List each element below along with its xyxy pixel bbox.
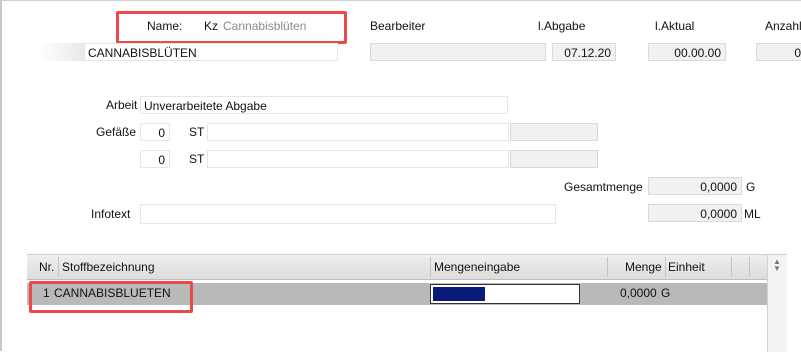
gefaesse-text-2[interactable] [207,150,509,168]
arbeit-field[interactable]: Unverarbeitete Abgabe [140,96,508,114]
gefaesse-label: Gefäße [96,125,137,139]
col-separator [58,257,59,277]
gesamtmenge-field: 0,0000 [648,177,742,195]
col-separator [430,257,431,277]
col-einheit[interactable]: Einheit [668,260,705,274]
col-separator [607,257,608,277]
anzahl-label: Anzahl [765,19,801,33]
mengeneingabe-input[interactable] [430,284,580,304]
input-selection [433,287,485,301]
col-separator [731,257,732,277]
col-separator [665,257,666,277]
name-prefix-field [38,43,84,61]
gefaesse-unit-2: ST [189,152,205,166]
gefaesse-text-1[interactable] [207,123,509,141]
arbeit-label: Arbeit [106,98,138,112]
gefaesse-extra-1 [510,123,598,141]
col-separator [749,257,750,277]
table-header: Nr. Stoffbezeichnung Mengeneingabe Menge… [27,255,787,280]
letzte-abgabe-label: l.Abgabe [538,19,586,33]
infotext-field[interactable] [140,204,556,224]
row-menge: 0,0000 [620,286,657,300]
col-menge[interactable]: Menge [625,260,662,274]
gefaesse-extra-2 [510,150,598,168]
col-nr[interactable]: Nr. [39,260,54,274]
col-stoffbezeichnung[interactable]: Stoffbezeichnung [62,260,155,274]
bearbeiter-field[interactable] [370,43,546,61]
highlight-name-box [116,11,347,44]
name-field[interactable]: CANNABISBLÜTEN [84,43,338,61]
highlight-row-box [29,281,193,313]
ml-field: 0,0000 [648,204,742,222]
table-scrollbar[interactable]: ▲ ▼ [767,255,787,352]
col-mengeneingabe[interactable]: Mengeneingabe [434,260,520,274]
bearbeiter-label: Bearbeiter [370,19,426,33]
gefaesse-count-2[interactable]: 0 [140,150,170,168]
infotext-label: Infotext [91,207,131,221]
letzte-abgabe-field: 07.12.20 [552,43,616,61]
ml-unit: ML [744,207,761,221]
gefaesse-count-1[interactable]: 0 [140,123,170,141]
letzte-aktual-label: l.Aktual [655,19,695,33]
gesamtmenge-unit: G [746,180,756,194]
letzte-aktual-field: 00.00.00 [648,43,726,61]
gefaesse-unit-1: ST [189,125,205,139]
window-left-border [0,0,2,351]
scroll-up-arrow-icon[interactable]: ▲ ▼ [772,258,782,273]
window-top-border [0,0,801,1]
gesamtmenge-label: Gesamtmenge [564,180,643,194]
row-einheit: G [661,286,671,300]
anzahl-field: 0 [756,43,801,61]
